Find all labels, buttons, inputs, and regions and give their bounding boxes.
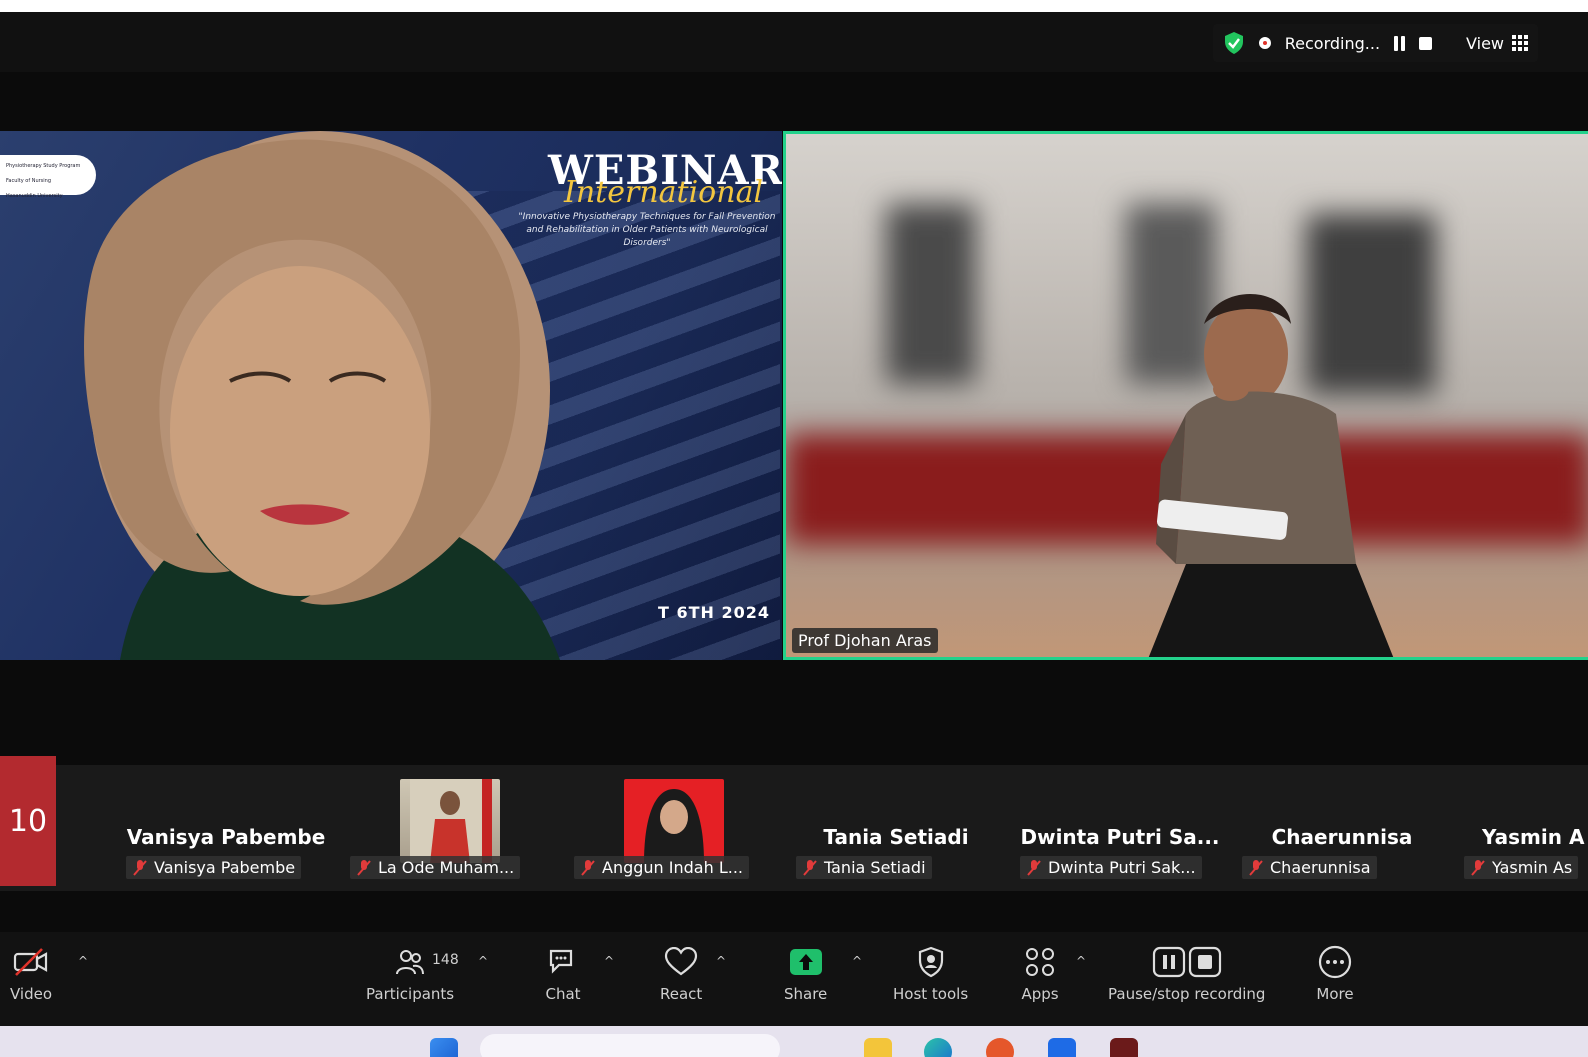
grid-view-icon xyxy=(1512,35,1528,51)
share-screen-icon xyxy=(786,944,826,980)
share-label: Share xyxy=(784,985,828,1003)
participant-label-text: Dwinta Putri Sak... xyxy=(1048,858,1196,877)
chat-button[interactable]: Chat xyxy=(543,944,583,1003)
chat-icon xyxy=(543,944,583,980)
pause-stop-recording-icon xyxy=(1147,944,1227,980)
app-icon[interactable] xyxy=(986,1038,1014,1057)
top-controls: Recording... View xyxy=(1212,24,1538,62)
pause-stop-recording-button[interactable]: Pause/stop recording xyxy=(1108,944,1265,1003)
host-tools-label: Host tools xyxy=(893,985,969,1003)
participant-label-text: Anggun Indah L... xyxy=(602,858,743,877)
speaker-person-image xyxy=(1148,294,1394,657)
zoom-icon[interactable] xyxy=(1048,1038,1076,1057)
participant-heading: Dwinta Putri Sa... xyxy=(1020,825,1220,849)
participant-label: Yasmin As xyxy=(1464,856,1579,879)
react-button[interactable]: React xyxy=(660,944,702,1003)
participant-tile[interactable]: Chaerunnisa Chaerunnisa xyxy=(1232,773,1452,883)
apps-label: Apps xyxy=(1021,985,1059,1003)
video-options-caret-icon[interactable]: ^ xyxy=(78,954,88,968)
stop-recording-icon[interactable] xyxy=(1419,36,1433,50)
mic-muted-icon xyxy=(581,859,595,876)
participant-heading: Vanisya Pabembe xyxy=(126,825,326,849)
participant-label-text: Tania Setiadi xyxy=(824,858,926,877)
participant-photo xyxy=(400,779,500,863)
participant-label-text: Vanisya Pabembe xyxy=(154,858,296,877)
react-label: React xyxy=(660,985,703,1003)
participant-label: Tania Setiadi xyxy=(796,856,932,879)
apps-button[interactable]: Apps xyxy=(1020,944,1060,1003)
recording-status[interactable]: Recording... xyxy=(1285,34,1380,53)
participant-tile[interactable]: Dwinta Putri Sa... Dwinta Putri Sak... xyxy=(1010,773,1230,883)
mic-muted-icon xyxy=(133,859,147,876)
participant-label: Vanisya Pabembe xyxy=(126,856,302,879)
speaker-name-tag: Prof Djohan Aras xyxy=(792,628,938,653)
host-tools-button[interactable]: Host tools xyxy=(893,944,968,1003)
participant-heading: Chaerunnisa xyxy=(1271,825,1413,849)
apps-options-caret-icon[interactable]: ^ xyxy=(1076,954,1086,968)
video-button[interactable]: Video xyxy=(10,944,52,1003)
participant-tile[interactable]: Vanisya Pabembe Vanisya Pabembe xyxy=(116,773,336,883)
mic-muted-icon xyxy=(803,859,817,876)
video-off-icon xyxy=(11,944,51,980)
browser-icon[interactable] xyxy=(924,1038,952,1057)
participants-icon xyxy=(390,944,430,980)
participant-tile[interactable]: La Ode Muham... xyxy=(340,773,560,883)
participant-video-left[interactable]: Physiotherapy Study Program Faculty of N… xyxy=(0,131,782,660)
participant-count: 148 xyxy=(432,952,459,968)
more-button[interactable]: More xyxy=(1315,944,1355,1003)
start-menu-icon[interactable] xyxy=(430,1038,458,1057)
react-options-caret-icon[interactable]: ^ xyxy=(716,954,726,968)
share-button[interactable]: Share xyxy=(784,944,827,1003)
mic-muted-icon xyxy=(1027,859,1041,876)
participant-label-text: Yasmin As xyxy=(1492,858,1573,877)
view-label: View xyxy=(1466,33,1504,53)
participants-label: Participants xyxy=(366,985,455,1003)
meeting-toolbar: Video ^ Participants 148 ^ Chat ^ React … xyxy=(0,932,1588,1026)
pause-stop-recording-label: Pause/stop recording xyxy=(1108,985,1266,1003)
active-speaker-video[interactable]: Prof Djohan Aras xyxy=(783,131,1588,660)
share-options-caret-icon[interactable]: ^ xyxy=(852,954,862,968)
view-button[interactable]: View xyxy=(1466,34,1528,53)
webinar-date: T 6TH 2024 xyxy=(658,603,771,622)
pause-recording-icon[interactable] xyxy=(1394,35,1406,51)
participant-label: Anggun Indah L... xyxy=(574,856,749,879)
participant-label: Dwinta Putri Sak... xyxy=(1020,856,1202,879)
app-icon[interactable] xyxy=(1110,1038,1138,1057)
participant-person-image xyxy=(84,131,560,660)
participant-heading: Tania Setiadi xyxy=(823,825,969,849)
chat-label: Chat xyxy=(545,985,581,1003)
participant-heading: Yasmin A xyxy=(1482,825,1585,849)
participant-label-text: Chaerunnisa xyxy=(1270,858,1371,877)
host-tools-shield-icon xyxy=(911,944,951,980)
participant-photo xyxy=(624,779,724,863)
chat-options-caret-icon[interactable]: ^ xyxy=(604,954,614,968)
participant-gallery-strip: Vanisya Pabembe Vanisya Pabembe La Ode M… xyxy=(0,765,1588,891)
gallery-page-number: 10 xyxy=(0,756,56,886)
more-ellipsis-icon xyxy=(1315,944,1355,980)
participant-tile[interactable]: Yasmin A Yasmin As xyxy=(1454,773,1588,883)
mic-muted-icon xyxy=(1249,859,1263,876)
os-taskbar xyxy=(0,1026,1588,1057)
participants-options-caret-icon[interactable]: ^ xyxy=(478,954,488,968)
background-shape xyxy=(886,204,976,384)
mic-muted-icon xyxy=(357,859,371,876)
recording-dot-icon xyxy=(1258,37,1271,49)
participant-label-text: La Ode Muham... xyxy=(378,858,515,877)
meeting-top-bar: Recording... View xyxy=(0,12,1588,72)
participant-label: Chaerunnisa xyxy=(1242,856,1377,879)
zoom-meeting-window: Recording... View Physiotherapy Study Pr… xyxy=(0,12,1588,1057)
video-label: Video xyxy=(10,985,53,1003)
participant-tile[interactable]: Tania Setiadi Tania Setiadi xyxy=(786,773,1006,883)
mic-muted-icon xyxy=(1471,859,1485,876)
apps-icon xyxy=(1020,944,1060,980)
heart-icon xyxy=(661,944,701,980)
encryption-shield-icon[interactable] xyxy=(1223,31,1245,55)
file-explorer-icon[interactable] xyxy=(864,1038,892,1057)
taskbar-search[interactable] xyxy=(480,1034,780,1057)
participant-label: La Ode Muham... xyxy=(350,856,521,879)
participant-tile[interactable]: Anggun Indah L... xyxy=(564,773,784,883)
more-label: More xyxy=(1316,985,1354,1003)
